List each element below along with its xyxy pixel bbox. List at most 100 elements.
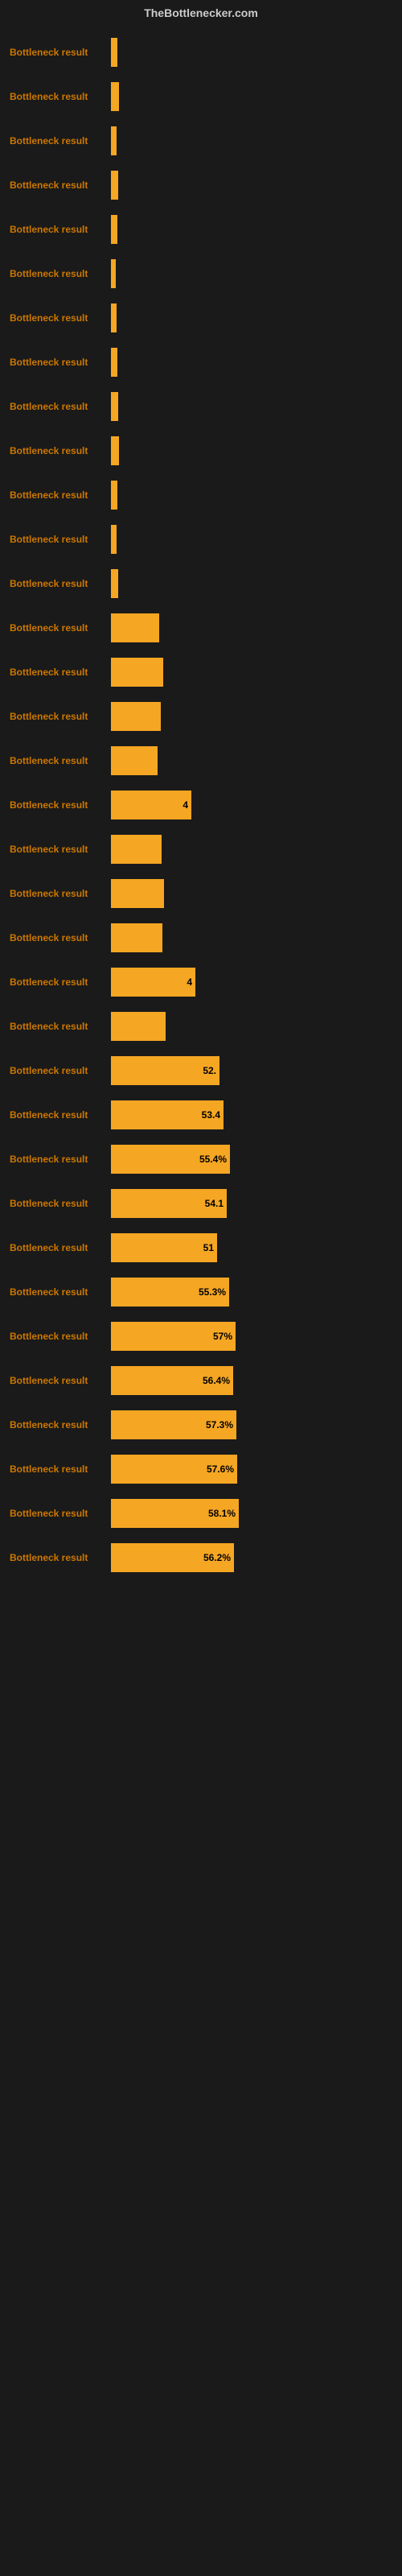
bottleneck-label: Bottleneck result <box>6 1331 111 1342</box>
bar-container <box>111 171 396 200</box>
bar: 53.4 <box>111 1100 224 1129</box>
bottleneck-label: Bottleneck result <box>6 1021 111 1032</box>
bottleneck-label: Bottleneck result <box>6 534 111 545</box>
bar-container <box>111 1012 396 1041</box>
bottleneck-label: Bottleneck result <box>6 1463 111 1475</box>
bar <box>111 215 117 244</box>
bar <box>111 1012 166 1041</box>
table-row: Bottleneck result57.6% <box>0 1448 402 1490</box>
bottleneck-label: Bottleneck result <box>6 1065 111 1076</box>
bar: 4 <box>111 791 191 819</box>
table-row: Bottleneck result55.4% <box>0 1138 402 1180</box>
bottleneck-label: Bottleneck result <box>6 357 111 368</box>
bottleneck-label: Bottleneck result <box>6 622 111 634</box>
bottleneck-label: Bottleneck result <box>6 932 111 943</box>
table-row: Bottleneck result54.1 <box>0 1183 402 1224</box>
bottleneck-label: Bottleneck result <box>6 445 111 456</box>
header: TheBottlenecker.com <box>0 0 402 29</box>
bottleneck-label: Bottleneck result <box>6 135 111 147</box>
table-row: Bottleneck result <box>0 31 402 73</box>
bottleneck-label: Bottleneck result <box>6 1286 111 1298</box>
bottleneck-label: Bottleneck result <box>6 755 111 766</box>
bar <box>111 38 117 67</box>
bar: 52. <box>111 1056 219 1085</box>
rows-container: Bottleneck resultBottleneck resultBottle… <box>0 31 402 1579</box>
bottleneck-label: Bottleneck result <box>6 1154 111 1165</box>
bar <box>111 923 162 952</box>
bar <box>111 702 161 731</box>
table-row: Bottleneck result4 <box>0 961 402 1003</box>
bar-container: 57% <box>111 1322 396 1351</box>
table-row: Bottleneck result <box>0 120 402 162</box>
table-row: Bottleneck result <box>0 740 402 782</box>
bar <box>111 303 117 332</box>
bar <box>111 613 159 642</box>
table-row: Bottleneck result56.4% <box>0 1360 402 1402</box>
bar-container <box>111 38 396 67</box>
bar-container: 55.4% <box>111 1145 396 1174</box>
bar <box>111 392 118 421</box>
bar: 4 <box>111 968 195 997</box>
bar: 56.4% <box>111 1366 233 1395</box>
bottleneck-label: Bottleneck result <box>6 976 111 988</box>
table-row: Bottleneck result <box>0 563 402 605</box>
bar <box>111 835 162 864</box>
bar: 56.2% <box>111 1543 234 1572</box>
bar-container <box>111 702 396 731</box>
bar-container <box>111 481 396 510</box>
bar-container: 53.4 <box>111 1100 396 1129</box>
table-row: Bottleneck result <box>0 386 402 427</box>
bottleneck-label: Bottleneck result <box>6 1508 111 1519</box>
bottleneck-label: Bottleneck result <box>6 224 111 235</box>
table-row: Bottleneck result <box>0 518 402 560</box>
bar <box>111 569 118 598</box>
bottleneck-label: Bottleneck result <box>6 1552 111 1563</box>
bar: 57.6% <box>111 1455 237 1484</box>
bar-container <box>111 82 396 111</box>
bar: 55.4% <box>111 1145 230 1174</box>
bar <box>111 82 119 111</box>
bar-container <box>111 569 396 598</box>
table-row: Bottleneck result <box>0 607 402 649</box>
bar-container <box>111 613 396 642</box>
bar-container: 52. <box>111 1056 396 1085</box>
bar-container: 4 <box>111 968 396 997</box>
bar-container: 55.3% <box>111 1278 396 1307</box>
table-row: Bottleneck result <box>0 474 402 516</box>
bar <box>111 525 117 554</box>
table-row: Bottleneck result58.1% <box>0 1492 402 1534</box>
bottleneck-label: Bottleneck result <box>6 401 111 412</box>
table-row: Bottleneck result <box>0 1005 402 1047</box>
bar-container <box>111 348 396 377</box>
bar-container <box>111 923 396 952</box>
site-title: TheBottlenecker.com <box>0 0 402 29</box>
bottleneck-label: Bottleneck result <box>6 312 111 324</box>
bar-container: 58.1% <box>111 1499 396 1528</box>
table-row: Bottleneck result <box>0 873 402 914</box>
table-row: Bottleneck result <box>0 430 402 472</box>
table-row: Bottleneck result <box>0 253 402 295</box>
bottleneck-label: Bottleneck result <box>6 844 111 855</box>
bar-container <box>111 392 396 421</box>
bottleneck-label: Bottleneck result <box>6 47 111 58</box>
bar-container: 56.4% <box>111 1366 396 1395</box>
bar-container <box>111 259 396 288</box>
bar-container <box>111 215 396 244</box>
table-row: Bottleneck result56.2% <box>0 1537 402 1579</box>
bar <box>111 171 118 200</box>
bottleneck-label: Bottleneck result <box>6 1419 111 1430</box>
table-row: Bottleneck result <box>0 164 402 206</box>
table-row: Bottleneck result4 <box>0 784 402 826</box>
table-row: Bottleneck result <box>0 651 402 693</box>
bar-container <box>111 746 396 775</box>
bar: 58.1% <box>111 1499 239 1528</box>
bottleneck-label: Bottleneck result <box>6 180 111 191</box>
table-row: Bottleneck result <box>0 828 402 870</box>
table-row: Bottleneck result57.3% <box>0 1404 402 1446</box>
bottleneck-label: Bottleneck result <box>6 799 111 811</box>
bottleneck-label: Bottleneck result <box>6 91 111 102</box>
bottleneck-label: Bottleneck result <box>6 578 111 589</box>
bar-container <box>111 303 396 332</box>
table-row: Bottleneck result57% <box>0 1315 402 1357</box>
bar-container: 51 <box>111 1233 396 1262</box>
